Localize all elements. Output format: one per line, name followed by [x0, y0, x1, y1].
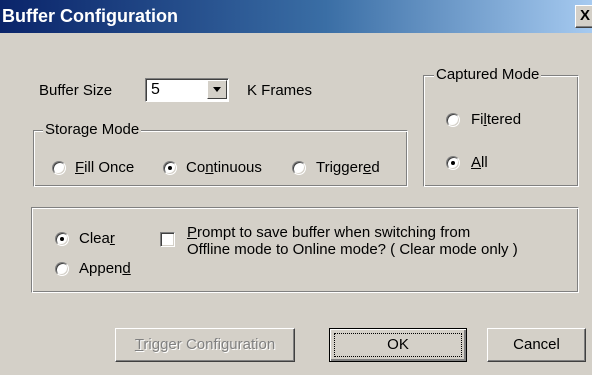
chevron-down-icon[interactable]: [207, 80, 227, 99]
radio-append[interactable]: [55, 262, 69, 276]
buffer-size-select[interactable]: 5: [145, 78, 229, 102]
radio-all[interactable]: [446, 156, 460, 170]
append-label[interactable]: Append: [79, 260, 131, 278]
clear-label[interactable]: Clear: [79, 230, 115, 248]
filtered-label[interactable]: Filtered: [471, 111, 521, 129]
radio-triggered[interactable]: [292, 161, 306, 175]
prompt-save-label-line2[interactable]: Offline mode to Online mode? ( Clear mod…: [187, 241, 518, 259]
prompt-save-label-line1[interactable]: Prompt to save buffer when switching fro…: [187, 224, 470, 242]
close-button[interactable]: X: [575, 5, 592, 28]
captured-mode-legend: Captured Mode: [434, 66, 542, 84]
radio-clear[interactable]: [55, 232, 69, 246]
continuous-label[interactable]: Continuous: [186, 159, 262, 177]
ok-button[interactable]: OK: [329, 328, 467, 362]
title-bar[interactable]: Buffer Configuration X: [0, 0, 592, 33]
focus-rect: [334, 333, 462, 357]
k-frames-label: K Frames: [247, 82, 313, 99]
radio-continuous[interactable]: [163, 161, 177, 175]
radio-fill-once[interactable]: [52, 161, 66, 175]
buffer-configuration-dialog: Buffer Configuration X Buffer Size 5 K F…: [0, 0, 592, 375]
triggered-label[interactable]: Triggered: [316, 159, 380, 177]
fill-once-label[interactable]: Fill Once: [75, 159, 134, 177]
buffer-size-label: Buffer Size: [39, 82, 113, 99]
trigger-configuration-button[interactable]: Trigger Configuration: [115, 328, 295, 362]
prompt-save-checkbox[interactable]: [160, 232, 175, 247]
window-title: Buffer Configuration: [2, 6, 178, 26]
radio-filtered[interactable]: [446, 113, 460, 127]
captured-mode-group: [423, 75, 579, 187]
storage-mode-legend: Storage Mode: [43, 121, 142, 139]
buffer-size-value: 5: [151, 81, 160, 98]
dialog-body: Buffer Size 5 K Frames Storage Mode Fill…: [0, 33, 592, 375]
all-label[interactable]: All: [471, 154, 488, 172]
cancel-button[interactable]: Cancel: [487, 328, 586, 362]
